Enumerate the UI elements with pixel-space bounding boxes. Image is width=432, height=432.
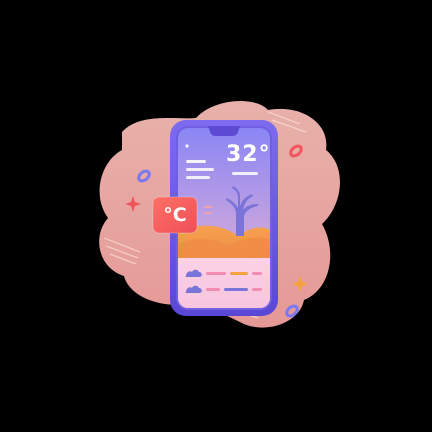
temperature-readout: 32°	[226, 142, 271, 167]
forecast-panel	[178, 258, 270, 308]
illustration-canvas	[99, 100, 340, 328]
phone-notch	[208, 126, 240, 136]
celsius-badge-label: °C	[163, 204, 187, 226]
weather-app-illustration: 32° °C	[0, 0, 432, 432]
